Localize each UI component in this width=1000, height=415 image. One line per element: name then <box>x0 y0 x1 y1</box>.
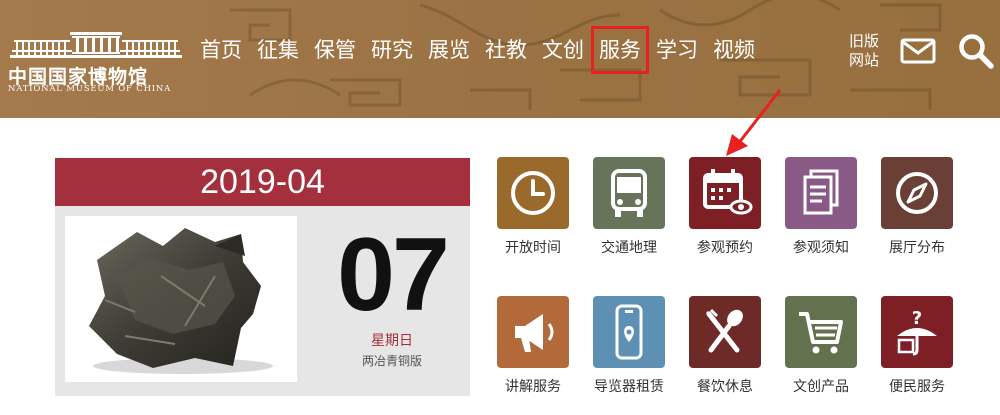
audio-guide-icon <box>615 304 643 360</box>
tile-label: 餐饮休息 <box>697 379 753 395</box>
megaphone-icon <box>515 314 554 352</box>
old-site-link[interactable]: 旧版 网站 <box>842 32 886 70</box>
tile-box <box>689 296 761 368</box>
site-header: 中国国家博物馆 NATIONAL MUSEUM OF CHINA 首页 征集 保… <box>0 0 1000 118</box>
document-icon <box>803 169 839 215</box>
nav-item-services[interactable]: 服务 <box>591 26 649 74</box>
clock-icon <box>511 171 555 215</box>
museum-logo[interactable]: 中国国家博物馆 NATIONAL MUSEUM OF CHINA <box>8 28 188 98</box>
help-umbrella-icon: ? <box>897 308 937 356</box>
bronze-plate-artifact-image <box>89 228 273 374</box>
tile-label: 开放时间 <box>505 240 561 256</box>
service-tile-visitor-notice[interactable]: 参观须知 <box>783 157 883 273</box>
tile-label: 导览器租赁 <box>594 379 664 395</box>
tile-box <box>497 157 569 229</box>
cart-icon <box>799 312 843 354</box>
service-tile-dining[interactable]: 餐饮休息 <box>687 296 787 412</box>
calendar-weekday: 星期日 <box>371 333 413 349</box>
tile-box <box>689 157 761 229</box>
tile-box <box>881 157 953 229</box>
museum-building-icon <box>10 32 182 58</box>
tile-box: ? <box>881 296 953 368</box>
tile-label: 文创产品 <box>793 379 849 395</box>
tile-label: 便民服务 <box>889 379 945 395</box>
svg-text:?: ? <box>912 308 922 329</box>
tile-box <box>785 157 857 229</box>
old-site-line1: 旧版 <box>848 32 879 50</box>
tile-box <box>785 296 857 368</box>
tile-label: 展厅分布 <box>889 240 945 256</box>
calendar-card: 2019-04 07 星期日 两冶青铜版 <box>55 158 470 396</box>
artifact-image[interactable] <box>65 216 297 382</box>
tile-label: 参观预约 <box>697 240 753 256</box>
calendar-month: 2019-04 <box>55 158 470 206</box>
nav-item-education[interactable]: 社教 <box>485 34 527 66</box>
bus-icon <box>611 169 647 217</box>
service-tile-convenience[interactable]: ? 便民服务 <box>879 296 979 412</box>
compass-icon <box>896 172 938 214</box>
tile-box <box>593 296 665 368</box>
service-tile-hall-map[interactable]: 展厅分布 <box>879 157 979 273</box>
old-site-line2: 网站 <box>848 51 879 69</box>
service-tile-reservation[interactable]: 参观预约 <box>687 157 787 273</box>
nav-item-exhibitions[interactable]: 展览 <box>428 34 470 66</box>
logo-english-name: NATIONAL MUSEUM OF CHINA <box>8 84 172 94</box>
service-tile-transport[interactable]: 交通地理 <box>591 157 691 273</box>
nav-item-creative[interactable]: 文创 <box>542 34 584 66</box>
tile-box <box>497 296 569 368</box>
nav-item-conservation[interactable]: 保管 <box>314 34 356 66</box>
nav-item-research[interactable]: 研究 <box>371 34 413 66</box>
nav-item-collection[interactable]: 征集 <box>257 34 299 66</box>
service-tile-guided-tour[interactable]: 讲解服务 <box>495 296 595 412</box>
service-tile-creative-products[interactable]: 文创产品 <box>783 296 883 412</box>
calendar-day: 07 <box>337 217 450 333</box>
artifact-caption: 两冶青铜版 <box>361 354 422 368</box>
tile-label: 交通地理 <box>601 240 657 256</box>
search-icon[interactable] <box>958 33 994 69</box>
tile-box <box>593 157 665 229</box>
tile-label: 讲解服务 <box>505 379 561 395</box>
nav-item-video[interactable]: 视频 <box>713 34 755 66</box>
service-tile-opening-hours[interactable]: 开放时间 <box>495 157 595 273</box>
mail-icon[interactable] <box>900 38 936 64</box>
calendar-eye-icon <box>703 169 753 215</box>
nav-item-learning[interactable]: 学习 <box>656 34 698 66</box>
tile-label: 参观须知 <box>793 240 849 256</box>
service-tile-audio-guide[interactable]: 导览器租赁 <box>591 296 691 412</box>
fork-spoon-icon <box>705 308 743 353</box>
main-nav: 首页 征集 保管 研究 展览 社教 文创 服务 学习 视频 <box>200 26 770 74</box>
nav-item-home[interactable]: 首页 <box>200 34 242 66</box>
